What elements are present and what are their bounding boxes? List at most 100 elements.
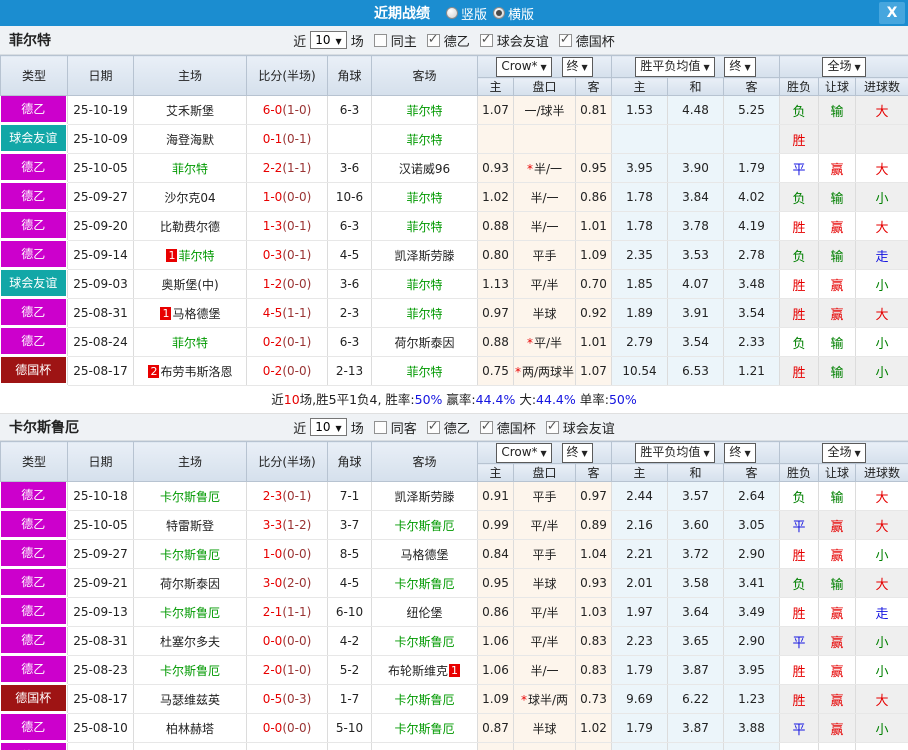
team-name: 菲尔特	[9, 33, 51, 49]
result-cell: 负	[779, 95, 820, 125]
match-count-select[interactable]: 10 ▼	[310, 418, 347, 436]
away-team-cell: 卡尔斯鲁厄	[371, 713, 478, 743]
league-checkbox-3[interactable]	[545, 419, 559, 434]
date-cell: 25-10-19	[67, 95, 134, 125]
avg-draw-cell: 6.53	[667, 356, 725, 386]
away-team-cell: 菲尔特	[371, 124, 478, 154]
full-match-select[interactable]: 全场 ▼	[822, 442, 866, 463]
avg-away-cell: 1.79	[723, 153, 781, 183]
same-home-label[interactable]: 同主	[391, 31, 417, 50]
league-checkbox-3[interactable]	[558, 32, 572, 47]
near-label: 近	[293, 421, 307, 437]
horizontal-radio-label[interactable]: 横版	[508, 4, 534, 23]
date-cell: 25-08-23	[67, 655, 134, 685]
match-row: 球会友谊 25-10-09 海登海默 0-1(0-1) 菲尔特 胜	[0, 124, 908, 154]
league-checkbox-2[interactable]	[479, 32, 493, 47]
sub-col-avg-away: 客	[723, 463, 781, 482]
away-odds-cell: 1.04	[575, 539, 613, 569]
bookmaker-select[interactable]: Crow* ▼	[496, 442, 552, 463]
league-checkbox-1[interactable]	[426, 32, 440, 47]
avg-draw-cell: 4.07	[667, 269, 725, 299]
league-label-3[interactable]: 球会友谊	[563, 418, 615, 437]
avg-value: 胜平负均值	[640, 58, 701, 73]
odds-time-select[interactable]: 终 ▼	[561, 442, 593, 463]
matches-label: 场	[350, 421, 364, 437]
handicap-result-cell: 输	[818, 240, 857, 270]
home-odds-cell: 0.99	[477, 510, 514, 540]
avg-time-select[interactable]: 终 ▼	[724, 56, 756, 77]
close-button[interactable]: X	[879, 2, 905, 24]
away-team-cell: 凯泽斯劳滕	[371, 481, 478, 511]
horizontal-radio[interactable]	[493, 7, 505, 19]
avg-away-cell: 3.49	[723, 597, 781, 627]
match-row: 德乙 25-09-21 荷尔斯泰因 3-0(2-0) 4-5 卡尔斯鲁厄 0.95 半球 0.9…	[0, 568, 908, 598]
odds-time-select[interactable]: 终 ▼	[561, 56, 593, 77]
match-row: 德乙 25-09-20 比勒费尔德 1-3(0-1) 6-3 菲尔特 0.88 半/一 1.01…	[0, 211, 908, 241]
handicap-cell: *球半/两	[513, 684, 576, 714]
league-label-2[interactable]: 德国杯	[497, 418, 536, 437]
same-home-checkbox[interactable]	[373, 33, 387, 47]
match-row: 德乙 25-09-13 卡尔斯鲁厄 2-1(1-1) 6-10 纽伦堡 0.86 平/半 1.0…	[0, 597, 908, 627]
avg-time-select[interactable]: 终 ▼	[724, 442, 756, 463]
avg-draw-cell: 3.64	[667, 597, 725, 627]
away-team-cell: 凯泽斯劳滕	[371, 240, 478, 270]
handicap-cell: 半球	[513, 713, 576, 743]
home-odds-cell: 0.87	[477, 713, 514, 743]
handicap-cell: 半球	[513, 298, 576, 328]
avg-home-cell: 1.97	[611, 597, 669, 627]
summary-segment: 场,胜5平1负4, 胜率:	[299, 392, 415, 407]
goals-result-cell: 小	[855, 713, 908, 743]
corners-cell: 7-1	[327, 481, 372, 511]
league-label-1[interactable]: 德乙	[444, 31, 470, 50]
league-label-2[interactable]: 球会友谊	[497, 31, 549, 50]
full-match-select[interactable]: 全场 ▼	[822, 56, 866, 77]
avg-away-cell: 3.88	[723, 713, 781, 743]
away-odds-cell: 0.81	[575, 95, 613, 125]
vertical-radio-label[interactable]: 竖版	[461, 4, 487, 23]
avg-value: 胜平负均值	[640, 444, 701, 459]
same-away-checkbox[interactable]	[373, 420, 387, 434]
matches-table: 类型 日期 主场 比分(半场) 角球 客场 Crow* ▼ 终 ▼ 胜平负均值 ▼ 终…	[0, 55, 908, 386]
avg-away-cell: 2.78	[723, 240, 781, 270]
avg-home-cell: 1.78	[611, 211, 669, 241]
odds-group-header: Crow* ▼ 终 ▼	[476, 441, 613, 464]
match-row: 德乙 25-08-24 菲尔特 0-2(0-1) 6-3 荷尔斯泰因 0.88 *平/半 1.0…	[0, 327, 908, 357]
result-cell: 胜	[779, 124, 820, 154]
score-cell: 0-5(0-3)	[246, 684, 328, 714]
avg-home-cell: 3.95	[611, 153, 669, 183]
home-team-cell: 菲尔特	[133, 153, 247, 183]
avg-select[interactable]: 胜平负均值 ▼	[635, 56, 715, 77]
league-label-1[interactable]: 德乙	[444, 418, 470, 437]
avg-select[interactable]: 胜平负均值 ▼	[635, 442, 715, 463]
league-checkbox-1[interactable]	[426, 419, 440, 434]
result-cell: 平	[779, 153, 820, 183]
date-cell: 25-10-18	[67, 481, 134, 511]
match-row: 德乙 25-09-14 1 菲尔特 0-3(0-1) 4-5 凯泽斯劳滕 0.80 平手 1.09…	[0, 240, 908, 270]
match-row: 德国杯 25-08-17 2 布劳韦斯洛恩 0-2(0-0) 2-13 菲尔特 0.75 *两/…	[0, 356, 908, 386]
handicap-result-cell: 输	[818, 568, 857, 598]
result-cell: 平	[779, 510, 820, 540]
summary-segment: 大:	[515, 392, 537, 407]
league-checkbox-2[interactable]	[479, 419, 493, 434]
handicap-result-cell: 赢	[818, 211, 857, 241]
vertical-radio[interactable]	[445, 7, 458, 19]
matches-label: 场	[350, 34, 364, 50]
score-cell: 0-1(0-1)	[246, 124, 328, 154]
away-odds-cell: 0.83	[575, 655, 613, 685]
sub-col-goals: 进球数	[855, 77, 908, 96]
match-count-select[interactable]: 10 ▼	[310, 31, 347, 49]
away-team-cell: 卡尔斯鲁厄	[371, 510, 478, 540]
sub-col-goals: 进球数	[855, 463, 908, 482]
chevron-down-icon: ▼	[581, 448, 588, 458]
avg-draw-cell: 3.87	[667, 713, 725, 743]
match-row: 德乙 25-08-31 1 马格德堡 4-5(1-1) 2-3 菲尔特 0.97 半球 0.92 1…	[0, 298, 908, 328]
same-away-label[interactable]: 同客	[391, 418, 417, 437]
match-type-cell: 德乙	[0, 713, 68, 743]
league-label-3[interactable]: 德国杯	[576, 31, 615, 50]
goals-result-cell: 大	[855, 211, 908, 241]
bookmaker-select[interactable]: Crow* ▼	[496, 56, 552, 77]
near-label: 近	[293, 34, 307, 50]
home-odds-cell: 1.02	[477, 182, 514, 212]
avg-away-cell: 3.54	[723, 298, 781, 328]
summary-segment: 10	[283, 392, 300, 407]
